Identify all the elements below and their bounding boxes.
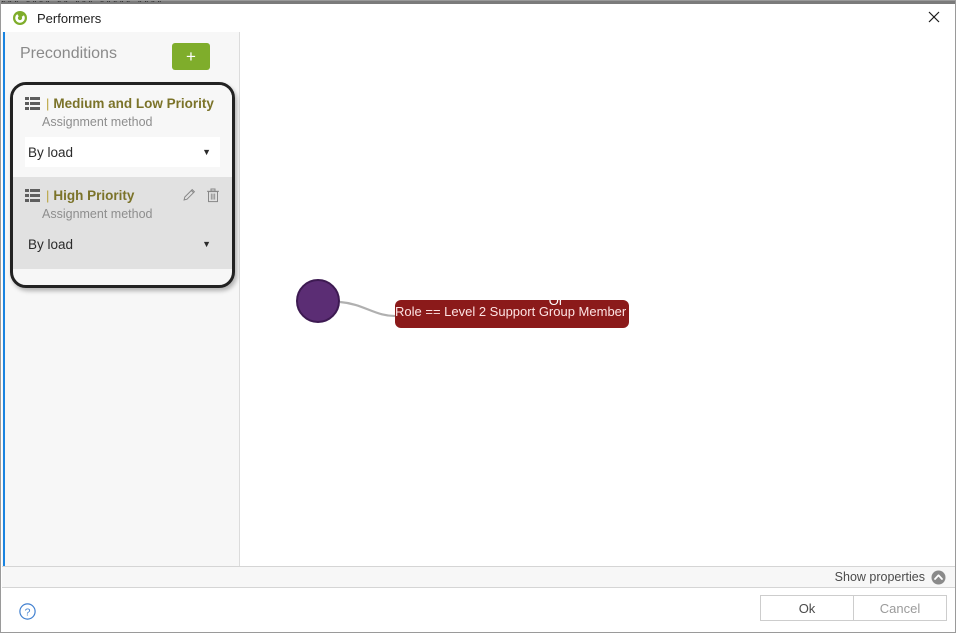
window-title: Performers (37, 10, 102, 26)
add-precondition-button[interactable]: + (172, 43, 210, 70)
assignment-method-select[interactable]: By load ▼ (25, 229, 220, 259)
dialog-content: Preconditions + | Medium and Low Priorit… (2, 32, 955, 566)
card-accent-bar: | (46, 187, 50, 203)
precondition-card-high[interactable]: | High Priority Assignment method By loa… (13, 177, 232, 269)
cancel-button[interactable]: Cancel (853, 595, 947, 621)
precondition-card-medium-low[interactable]: | Medium and Low Priority Assignment met… (13, 85, 232, 177)
preconditions-sidebar: Preconditions + | Medium and Low Priorit… (2, 32, 240, 566)
chevron-down-icon: ▼ (202, 146, 211, 157)
show-properties-label[interactable]: Show properties (835, 570, 925, 584)
chevron-down-icon: ▼ (202, 238, 211, 249)
card-header-row: | High Priority (25, 186, 220, 204)
chevron-up-icon[interactable] (931, 570, 946, 585)
svg-text:?: ? (25, 606, 31, 618)
assignment-method-value: By load (28, 144, 74, 160)
show-properties-bar: Show properties (2, 566, 955, 588)
sidebar-accent-stripe (3, 32, 5, 566)
drag-handle-icon[interactable] (25, 188, 40, 202)
assignment-method-label: Assignment method (42, 207, 153, 221)
title-bar: Performers (2, 1, 955, 32)
precondition-card-group: | Medium and Low Priority Assignment met… (10, 82, 235, 288)
dialog-footer: ? Ok Cancel (2, 589, 955, 632)
graph-connector (339, 300, 399, 318)
condition-node-role[interactable] (395, 300, 629, 328)
card-header-row: | Medium and Low Priority (25, 94, 220, 112)
pencil-icon[interactable] (182, 188, 196, 203)
performers-circle-icon (12, 10, 28, 26)
condition-graph (296, 279, 629, 328)
performers-dialog: ‖‖‖ ‖‖‖‖ ‖‖ ‖‖‖ ‖‖‖‖‖ ‖‖‖‖ Performers Pr… (0, 0, 956, 633)
trash-icon[interactable] (206, 188, 220, 203)
preconditions-title: Preconditions (20, 45, 117, 62)
sidebar-header: Preconditions + (2, 32, 240, 80)
assignment-method-value: By load (28, 236, 74, 252)
precondition-card-title: Medium and Low Priority (53, 95, 214, 111)
precondition-card-title: High Priority (53, 187, 135, 203)
card-actions (182, 188, 220, 203)
help-circle-icon[interactable]: ? (19, 603, 36, 620)
assignment-method-label: Assignment method (42, 115, 153, 129)
ok-button[interactable]: Ok (760, 595, 854, 621)
card-accent-bar: | (46, 95, 50, 111)
close-icon[interactable] (912, 1, 955, 32)
drag-handle-icon[interactable] (25, 96, 40, 110)
operator-node-or[interactable] (296, 279, 340, 323)
assignment-method-select[interactable]: By load ▼ (25, 137, 220, 167)
condition-graph-canvas[interactable]: Or Role == Level 2 Support Group Member (240, 32, 955, 566)
